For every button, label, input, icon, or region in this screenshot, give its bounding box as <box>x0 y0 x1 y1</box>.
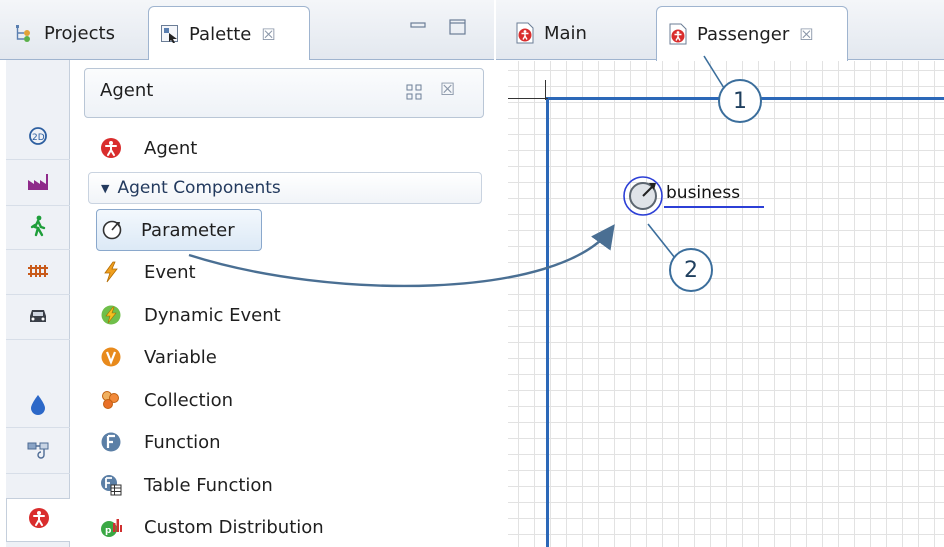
callout-connector-1 <box>703 55 725 89</box>
callout-badge-1: 1 <box>718 79 762 123</box>
callout-badge-2: 2 <box>669 248 713 292</box>
annotation-layer <box>188 55 725 288</box>
drag-arrow <box>188 224 615 288</box>
callout-connector-2 <box>647 223 676 259</box>
